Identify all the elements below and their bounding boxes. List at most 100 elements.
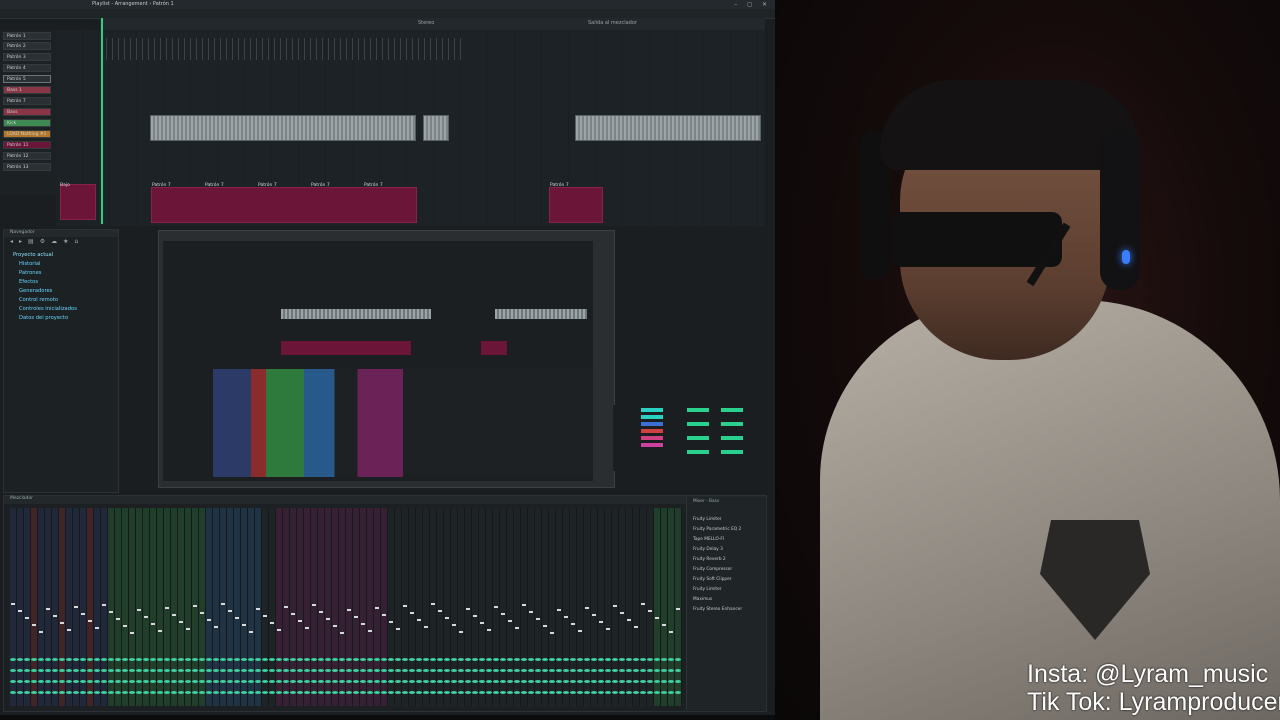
knob[interactable]	[668, 691, 674, 694]
fader[interactable]	[137, 609, 141, 611]
knob[interactable]	[619, 691, 625, 694]
fader[interactable]	[144, 616, 148, 618]
playlist-grid[interactable]: Bajo Patrón 7 Patrón 7 Patrón 7 Patrón 7…	[56, 30, 765, 226]
knob[interactable]	[577, 669, 583, 672]
mixer-strip[interactable]	[24, 508, 31, 706]
fader[interactable]	[438, 610, 442, 612]
knob[interactable]	[409, 669, 415, 672]
audio-clip[interactable]	[150, 115, 416, 141]
knob[interactable]	[654, 680, 660, 683]
knob[interactable]	[227, 669, 233, 672]
mixer-strip[interactable]	[269, 508, 276, 706]
mixer-strip[interactable]	[458, 508, 465, 706]
knob[interactable]	[395, 658, 401, 661]
mixer-strip[interactable]	[185, 508, 192, 706]
knob[interactable]	[262, 669, 268, 672]
fader[interactable]	[452, 624, 456, 626]
knob[interactable]	[311, 680, 317, 683]
mixer-strip[interactable]	[556, 508, 563, 706]
track-header[interactable]: Patrón 12	[3, 152, 51, 160]
knob[interactable]	[493, 669, 499, 672]
fader[interactable]	[487, 629, 491, 631]
knob[interactable]	[87, 669, 93, 672]
knob[interactable]	[598, 691, 604, 694]
knob[interactable]	[381, 669, 387, 672]
knob[interactable]	[654, 669, 660, 672]
knob[interactable]	[178, 658, 184, 661]
mixer-strip[interactable]	[549, 508, 556, 706]
knob[interactable]	[598, 669, 604, 672]
drum-clip[interactable]	[106, 38, 466, 60]
knob[interactable]	[115, 658, 121, 661]
knob[interactable]	[584, 658, 590, 661]
mixer-strip[interactable]	[577, 508, 584, 706]
fader[interactable]	[354, 616, 358, 618]
fader[interactable]	[459, 631, 463, 633]
mixer-strip[interactable]	[465, 508, 472, 706]
knob[interactable]	[542, 658, 548, 661]
knob[interactable]	[185, 691, 191, 694]
mixer-strip[interactable]	[178, 508, 185, 706]
mixer-strip[interactable]	[255, 508, 262, 706]
fader[interactable]	[550, 632, 554, 634]
knob[interactable]	[122, 691, 128, 694]
knob[interactable]	[374, 658, 380, 661]
knob[interactable]	[269, 680, 275, 683]
fader[interactable]	[74, 606, 78, 608]
knob[interactable]	[94, 669, 100, 672]
knob[interactable]	[458, 658, 464, 661]
knob[interactable]	[563, 691, 569, 694]
fader[interactable]	[529, 611, 533, 613]
knob[interactable]	[115, 669, 121, 672]
knob[interactable]	[31, 680, 37, 683]
fader[interactable]	[382, 614, 386, 616]
knob[interactable]	[598, 680, 604, 683]
knob[interactable]	[66, 669, 72, 672]
knob[interactable]	[612, 680, 618, 683]
knob[interactable]	[626, 669, 632, 672]
knob[interactable]	[675, 669, 681, 672]
knob[interactable]	[80, 669, 86, 672]
marker[interactable]: Salida al mezclador	[588, 20, 637, 26]
knob[interactable]	[108, 691, 114, 694]
knob[interactable]	[192, 658, 198, 661]
fader[interactable]	[172, 614, 176, 616]
knob[interactable]	[437, 658, 443, 661]
fader[interactable]	[445, 617, 449, 619]
mixer-strip[interactable]	[612, 508, 619, 706]
knob[interactable]	[451, 691, 457, 694]
fx-slot[interactable]: Maximus	[693, 597, 712, 602]
fader[interactable]	[116, 618, 120, 620]
knob[interactable]	[59, 669, 65, 672]
knob[interactable]	[598, 658, 604, 661]
mixer-strip[interactable]	[486, 508, 493, 706]
fader[interactable]	[571, 623, 575, 625]
knob[interactable]	[143, 680, 149, 683]
fader[interactable]	[284, 606, 288, 608]
knob[interactable]	[535, 691, 541, 694]
knob[interactable]	[129, 669, 135, 672]
knob[interactable]	[143, 658, 149, 661]
knob[interactable]	[360, 680, 366, 683]
track-header[interactable]: Bass	[3, 108, 51, 116]
fader[interactable]	[361, 623, 365, 625]
fader[interactable]	[305, 627, 309, 629]
knob[interactable]	[213, 658, 219, 661]
knob[interactable]	[451, 658, 457, 661]
fader[interactable]	[501, 613, 505, 615]
fader[interactable]	[480, 622, 484, 624]
mixer-strip[interactable]	[59, 508, 66, 706]
knob[interactable]	[227, 658, 233, 661]
knob[interactable]	[353, 691, 359, 694]
knob[interactable]	[423, 691, 429, 694]
knob[interactable]	[353, 680, 359, 683]
knob[interactable]	[479, 680, 485, 683]
track-header[interactable]: Patrón 4	[3, 64, 51, 72]
knob[interactable]	[80, 658, 86, 661]
knob[interactable]	[17, 669, 23, 672]
knob[interactable]	[332, 658, 338, 661]
mixer-strip[interactable]	[479, 508, 486, 706]
playhead[interactable]	[101, 18, 103, 224]
fader[interactable]	[270, 622, 274, 624]
knob[interactable]	[514, 658, 520, 661]
